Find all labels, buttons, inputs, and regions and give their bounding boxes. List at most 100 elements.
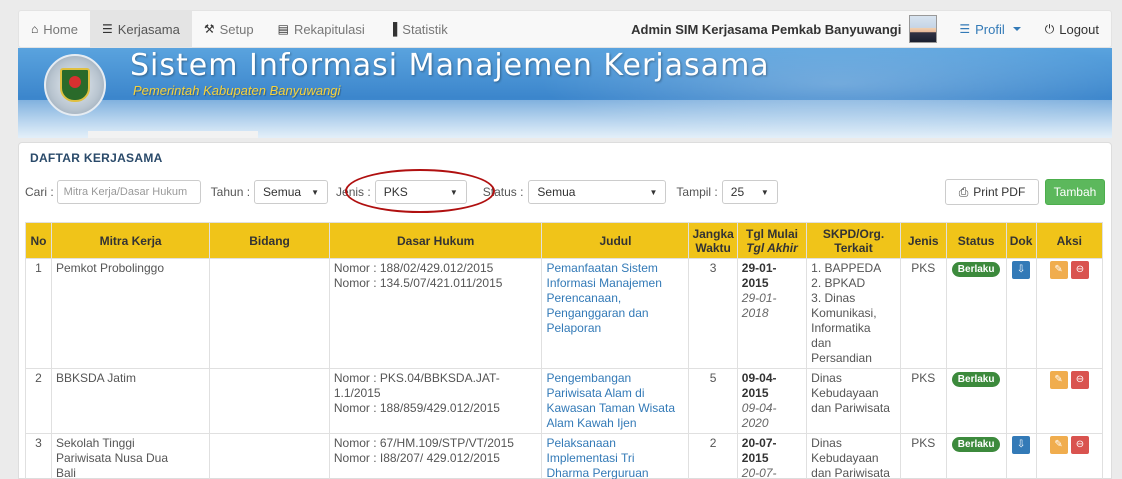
col-dok[interactable]: Dok — [1005, 222, 1037, 259]
download-icon[interactable]: ⇩ — [1012, 436, 1031, 454]
judul-line: Pariwisata Alam di — [546, 386, 645, 400]
skpd-line: Informatika — [811, 321, 871, 335]
status-badge: Berlaku — [951, 372, 1001, 387]
avatar — [909, 15, 938, 43]
delete-icon[interactable]: ⊖ — [1070, 436, 1089, 454]
tgl-akhir: 09-04-2020 — [741, 401, 777, 430]
col-jenis[interactable]: Jenis — [899, 222, 947, 259]
col-judul[interactable]: Judul — [541, 222, 690, 259]
search-input[interactable]: Mitra Kerja/Dasar Hukum — [56, 180, 201, 204]
kerjasama-table: No Mitra Kerja Bidang Dasar Hukum Judul … — [25, 222, 1104, 479]
table-icon: ▤ — [277, 22, 289, 36]
tambah-button[interactable]: Tambah — [1045, 179, 1105, 205]
cell-bidang — [209, 368, 330, 434]
cell-dasar: Nomor : 188/02/429.012/2015 Nomor : 134.5… — [328, 258, 543, 369]
skpd-line: Komunikasi, — [811, 306, 877, 320]
home-icon: ⌂ — [31, 22, 39, 36]
tgl-akhir: 29-01-2018 — [741, 291, 777, 320]
col-jangka[interactable]: Jangka Waktu — [688, 222, 738, 259]
cell-status: Berlaku — [945, 433, 1007, 479]
nav-kerjasama[interactable]: ☰ Kerjasama — [89, 10, 192, 48]
table-row: 3 Sekolah Tinggi Pariwisata Nusa Dua Bali No… — [25, 433, 1104, 479]
tampil-label: Tampil : — [676, 185, 718, 199]
status-select[interactable]: Semua ▼ — [528, 180, 667, 204]
skpd-line: dan Pariwisata — [811, 401, 890, 415]
cell-jangka: 2 — [688, 433, 738, 479]
logout-button[interactable]: ⏻ Logout — [1033, 10, 1111, 48]
judul-line: Kawasan Taman Wisata — [546, 401, 675, 415]
skpd-line: 1. BAPPEDA — [811, 261, 882, 275]
nav-home[interactable]: ⌂ Home — [19, 10, 90, 48]
cell-bidang — [209, 433, 330, 479]
panel-title: DAFTAR KERJASAMA — [30, 151, 163, 165]
bar-chart-icon: ▐ — [388, 22, 398, 36]
col-status[interactable]: Status — [945, 222, 1007, 259]
col-aksi[interactable]: Aksi — [1035, 222, 1104, 259]
col-tgl-2: Tgl Akhir — [746, 240, 798, 255]
skpd-line: Persandian — [811, 351, 872, 365]
profil-dropdown[interactable]: ☰ Profil — [947, 10, 1032, 48]
printer-icon: ⎙ — [958, 184, 969, 199]
dasar-line: Nomor : 134.5/07/421.011/2015 — [333, 276, 503, 290]
col-tgl[interactable]: Tgl Mulai Tgl Akhir — [736, 222, 808, 259]
cell-jangka: 5 — [688, 368, 738, 434]
col-mitra[interactable]: Mitra Kerja — [50, 222, 211, 259]
tgl-mulai: 09-04-2015 — [741, 371, 777, 400]
cell-no: 1 — [25, 258, 52, 369]
col-no[interactable]: No — [25, 222, 52, 259]
list-icon: ☰ — [959, 22, 971, 36]
skpd-line: dan — [811, 336, 832, 350]
shield-icon — [60, 68, 90, 102]
judul-line: Pemanfaatan Sistem — [546, 261, 658, 275]
cari-label: Cari : — [25, 185, 54, 199]
cell-skpd: Dinas Kebudayaan dan Pariwisata — [806, 433, 901, 479]
cell-mitra: Sekolah Tinggi Pariwisata Nusa Dua Bali — [50, 433, 211, 479]
header-banner: Sistem Informasi Manajemen Kerjasama Pem… — [18, 48, 1112, 138]
delete-icon[interactable]: ⊖ — [1070, 261, 1089, 279]
cell-judul-link[interactable]: Pemanfaatan Sistem Informasi Manajemen Per… — [541, 258, 690, 369]
cell-skpd: 1. BAPPEDA 2. BPKAD 3. Dinas Komunikasi, Inf… — [806, 258, 901, 369]
tampil-value: 25 — [730, 185, 745, 199]
cell-dok: ⇩ — [1005, 258, 1037, 369]
cell-aksi: ✎ ⊖ — [1035, 433, 1104, 479]
logo-emblem — [44, 54, 106, 116]
table-row: 1 Pemkot Probolinggo Nomor : 188/02/429.01… — [25, 258, 1104, 369]
nav-statistik[interactable]: ▐ Statistik — [377, 10, 460, 48]
cell-no: 2 — [25, 368, 52, 434]
nav-rekapitulasi[interactable]: ▤ Rekapitulasi — [266, 10, 377, 48]
cell-judul-link[interactable]: Pelaksanaan Implementasi Tri Dharma Pergur… — [541, 433, 690, 479]
col-tgl-1: Tgl Mulai — [745, 226, 798, 241]
col-dasar[interactable]: Dasar Hukum — [328, 222, 543, 259]
caret-down-icon: ▼ — [760, 187, 769, 197]
top-navbar: ⌂ Home ☰ Kerjasama ⚒ Setup ▤ Rekapitulas… — [18, 10, 1112, 48]
delete-icon[interactable]: ⊖ — [1070, 371, 1089, 389]
status-value: Semua — [537, 185, 576, 199]
filter-bar: Cari : Mitra Kerja/Dasar Hukum Tahun : S… — [25, 179, 1105, 205]
download-icon[interactable]: ⇩ — [1012, 261, 1031, 279]
nav-home-label: Home — [43, 21, 78, 37]
tahun-select[interactable]: Semua ▼ — [254, 180, 329, 204]
tampil-select[interactable]: 25 ▼ — [721, 180, 778, 204]
nav-setup-label: Setup — [219, 21, 254, 37]
nav-rekapitulasi-label: Rekapitulasi — [293, 21, 365, 37]
print-pdf-label: Print PDF — [973, 185, 1026, 199]
mitra-line: Pemkot Probolinggo — [55, 261, 165, 275]
mitra-line: BBKSDA Jatim — [55, 371, 136, 385]
col-bidang[interactable]: Bidang — [209, 222, 330, 259]
col-skpd[interactable]: SKPD/Org. Terkait — [806, 222, 901, 259]
edit-icon[interactable]: ✎ — [1049, 436, 1068, 454]
table-row: 2 BBKSDA Jatim Nomor : PKS.04/BBKSDA.JAT- 1… — [25, 368, 1104, 434]
judul-line: Implementasi Tri — [546, 451, 635, 465]
cell-judul-link[interactable]: Pengembangan Pariwisata Alam di Kawasan Ta… — [541, 368, 690, 434]
cell-tgl: 09-04-2015 09-04-2020 — [736, 368, 808, 434]
tahun-label: Tahun : — [210, 185, 251, 199]
cell-aksi: ✎ ⊖ — [1035, 258, 1104, 369]
print-pdf-button[interactable]: ⎙ Print PDF — [945, 179, 1039, 205]
cell-status: Berlaku — [945, 258, 1007, 369]
edit-icon[interactable]: ✎ — [1049, 261, 1068, 279]
nav-setup[interactable]: ⚒ Setup — [192, 10, 266, 48]
edit-icon[interactable]: ✎ — [1049, 371, 1068, 389]
cell-mitra: Pemkot Probolinggo — [50, 258, 211, 369]
tahun-value: Semua — [263, 185, 302, 199]
cell-tgl: 20-07-201520-07-2017 — [736, 433, 808, 479]
